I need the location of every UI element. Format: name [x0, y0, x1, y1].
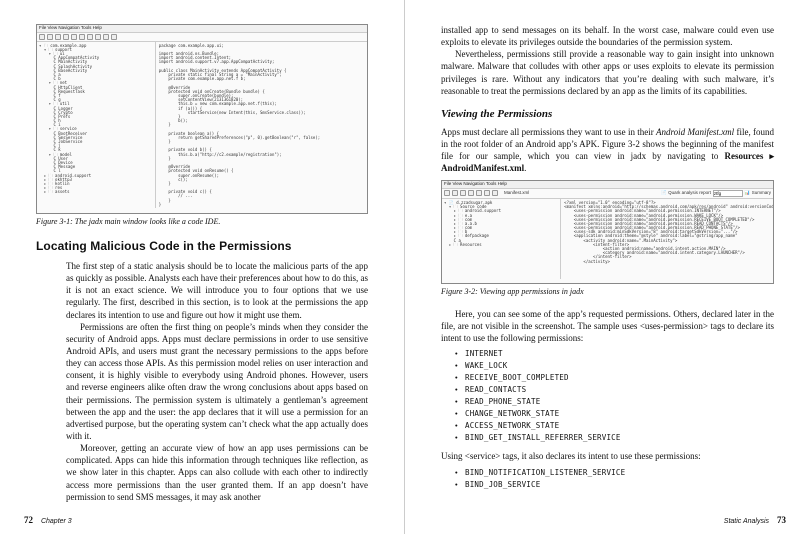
- folio-left: 72 Chapter 3: [24, 514, 72, 526]
- permission-item: BIND_GET_INSTALL_REFERRER_SERVICE: [455, 432, 774, 444]
- service-permissions-list: BIND_NOTIFICATION_LISTENER_SERVICEBIND_J…: [455, 467, 774, 491]
- figure-3-1-caption: Figure 3-1: The jadx main window looks l…: [36, 217, 368, 228]
- deobf-icon: [492, 190, 498, 196]
- permission-item: READ_CONTACTS: [455, 384, 774, 396]
- running-head-left: Chapter 3: [41, 518, 72, 525]
- para-r4: Here, you can see some of the app’s requ…: [441, 308, 774, 344]
- permission-item: RECEIVE_BOOT_COMPLETED: [455, 372, 774, 384]
- search-icon: [484, 190, 490, 196]
- forward-icon: [476, 190, 482, 196]
- jadx2-menubar: File View Navigation Tools Help: [442, 181, 773, 189]
- para-r3-italic: Android Manifest.xml: [656, 127, 734, 137]
- permission-item: ACCESS_NETWORK_STATE: [455, 420, 774, 432]
- section-heading-locating-malicious-code: Locating Malicious Code in the Permissio…: [36, 238, 368, 254]
- sync-icon: [460, 190, 466, 196]
- permission-item: READ_PHONE_STATE: [455, 396, 774, 408]
- figure-3-1-jadx-main-window: File View Navigation Tools Help ▾ 🗀 com.…: [36, 24, 368, 214]
- running-head-right: Static Analysis: [724, 518, 769, 525]
- subhead-viewing-permissions: Viewing the Permissions: [441, 107, 774, 122]
- page-72: File View Navigation Tools Help ▾ 🗀 com.…: [0, 0, 405, 534]
- back-icon: [63, 34, 69, 40]
- para-r3-a: Apps must declare all permissions they w…: [441, 127, 656, 137]
- figure-3-2-jadx-manifest: File View Navigation Tools Help Manifest…: [441, 180, 774, 284]
- para-r3-c: .: [524, 163, 526, 173]
- settings-icon: [111, 34, 117, 40]
- permission-item: WAKE_LOCK: [455, 360, 774, 372]
- deobf-icon: [95, 34, 101, 40]
- body-text-after-fig32: Here, you can see some of the app’s requ…: [441, 308, 774, 344]
- search-icon: [79, 34, 85, 40]
- page-73: installed app to send messages on its be…: [405, 0, 810, 534]
- para-r5: Using <service> tags, it also declares i…: [441, 450, 774, 462]
- para-r3: Apps must declare all permissions they w…: [441, 126, 774, 175]
- jadx-project-tree: ▾ 🗀 com.example.app ▾ 🗀 support ▾ 🗀 ui C…: [37, 42, 156, 208]
- permissions-list: INTERNETWAKE_LOCKRECEIVE_BOOT_COMPLETEDR…: [455, 348, 774, 444]
- permission-item: CHANGE_NETWORK_STATE: [455, 408, 774, 420]
- jadx2-tab-title: Manifest.xml: [504, 191, 529, 196]
- jadx2-project-tree: ▾ 📄 d.zzadsugar.apk ▾ 🗀 Source code ▸ 🗀 …: [442, 199, 561, 279]
- para-l3: Moreover, getting an accurate view of ho…: [66, 442, 368, 503]
- save-icon: [47, 34, 53, 40]
- save-icon: [452, 190, 458, 196]
- open-icon: [444, 190, 450, 196]
- body-text-services-intro: Using <service> tags, it also declares i…: [441, 450, 774, 462]
- jadx-toolbar: [37, 33, 367, 42]
- forward-icon: [71, 34, 77, 40]
- figure-3-2-caption: Figure 3-2: Viewing app permissions in j…: [441, 287, 774, 298]
- para-r1: installed app to send messages on its be…: [441, 24, 774, 48]
- page-number-72: 72: [24, 515, 33, 525]
- sync-icon: [55, 34, 61, 40]
- body-text-left: The first step of a static analysis shou…: [66, 260, 368, 503]
- permission-item: INTERNET: [455, 348, 774, 360]
- folio-right: Static Analysis 73: [724, 514, 786, 526]
- body-text-viewing-permissions: Apps must declare all permissions they w…: [441, 126, 774, 175]
- permission-item: BIND_JOB_SERVICE: [455, 479, 774, 491]
- open-icon: [39, 34, 45, 40]
- body-text-right-top: installed app to send messages on its be…: [441, 24, 774, 97]
- jadx2-xml-editor: <?xml version="1.0" encoding="utf-8"?> <…: [561, 199, 773, 279]
- find-icon: [87, 34, 93, 40]
- jadx-menubar: File View Navigation Tools Help: [37, 25, 367, 33]
- para-l1: The first step of a static analysis shou…: [66, 260, 368, 321]
- jadx-code-editor: package com.example.app.ui; import andro…: [156, 42, 367, 208]
- jadx2-toolbar: Manifest.xml 📄 Quark analysis report 📊 S…: [442, 189, 773, 199]
- summary-button[interactable]: 📊 Summary: [745, 191, 771, 196]
- quark-report-label: 📄 Quark analysis report: [661, 191, 711, 196]
- log-icon: [103, 34, 109, 40]
- para-l2: Permissions are often the first thing on…: [66, 321, 368, 442]
- jadx2-search-input[interactable]: [713, 190, 743, 197]
- permission-item: BIND_NOTIFICATION_LISTENER_SERVICE: [455, 467, 774, 479]
- para-r2: Nevertheless, permissions still provide …: [441, 48, 774, 97]
- back-icon: [468, 190, 474, 196]
- page-number-73: 73: [777, 515, 786, 525]
